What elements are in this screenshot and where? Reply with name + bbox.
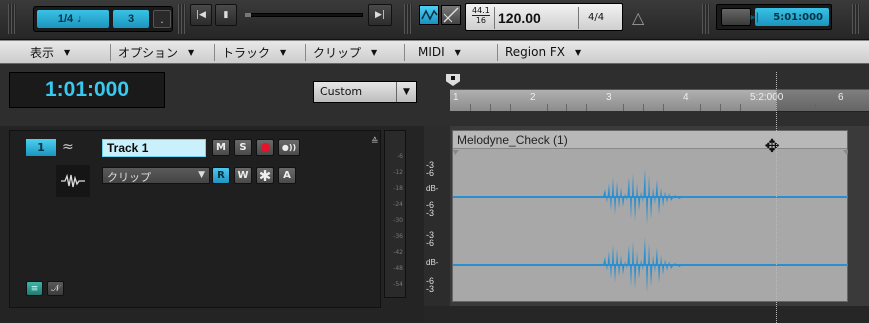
go-to-end-icon: ▶|: [375, 10, 385, 20]
time-format-label: Custom: [320, 85, 363, 98]
solo-button[interactable]: S: [234, 139, 252, 156]
track-number[interactable]: 1: [26, 139, 56, 156]
edit-filter-label: クリップ: [107, 171, 151, 184]
audio-waveform-icon: [56, 165, 90, 197]
sample-rate-display: 44.1 16: [472, 6, 490, 25]
automation-write-button[interactable]: W: [234, 167, 252, 184]
freeze-button[interactable]: ✱: [256, 166, 274, 185]
toolbar-grip[interactable]: [404, 4, 412, 34]
track-name-field[interactable]: Track 1: [102, 139, 206, 157]
stop-icon: ▮: [223, 10, 229, 20]
time-display-panel: 1:01:000 Custom ▼: [0, 64, 424, 126]
clips-pane[interactable]: -3 -6 dB- -6 -3 -3 -6 dB- -6 -3 Melodyne…: [424, 126, 869, 323]
auto-crossfade-button[interactable]: [441, 5, 461, 25]
chevron-down-icon: ▼: [396, 82, 416, 102]
rewind-icon: |◀: [196, 10, 206, 20]
clip-waveform: [453, 150, 849, 293]
menu-arrow-icon: ▼: [280, 47, 287, 57]
track-fx-button[interactable]: 𝒩: [47, 281, 64, 296]
clips-bottom-strip: [424, 306, 869, 323]
menu-track[interactable]: トラック ▼: [222, 41, 286, 63]
quarter-note-icon: ♩: [77, 13, 89, 25]
tempo-field[interactable]: 120.00: [498, 10, 541, 26]
menu-midi[interactable]: MIDI ▼: [418, 41, 461, 63]
menu-arrow-icon: ▼: [371, 47, 378, 57]
bit-depth: 16: [475, 16, 486, 25]
time-signature-field[interactable]: 4/4: [588, 12, 604, 23]
toolbar-grip[interactable]: [178, 4, 186, 34]
db-scale: -3 -6 dB- -6 -3 -3 -6 dB- -6 -3: [424, 126, 450, 306]
loop-toggle-button[interactable]: [721, 8, 751, 26]
lines-icon: ≡: [30, 283, 39, 294]
ruler-mark: 3: [606, 92, 612, 103]
time-format-dropdown[interactable]: Custom ▼: [313, 81, 417, 103]
ruler-selection-shade: [776, 90, 869, 112]
record-arm-button[interactable]: [256, 139, 274, 156]
snap-module: 1/4 ♩ 3 .: [33, 6, 173, 32]
now-time-line: [776, 72, 777, 323]
sample-rate: 44.1: [472, 6, 490, 15]
ruler-mark: 6: [838, 92, 844, 103]
audio-track-icon: ≈: [62, 139, 74, 155]
n-curve-icon: 𝒩: [51, 283, 60, 294]
menu-clip[interactable]: クリップ ▼: [313, 41, 377, 63]
timeline-ruler[interactable]: 1 2 3 4 5:2:000 6: [424, 64, 869, 126]
menu-region-fx[interactable]: Region FX ▼: [505, 41, 581, 63]
menu-options[interactable]: オプション ▼: [118, 41, 194, 63]
input-echo-icon: ●)): [281, 143, 297, 152]
project-info-panel: 44.1 16 120.00 4/4: [465, 3, 623, 31]
menu-arrow-icon: ▼: [64, 47, 71, 57]
automation-read-button[interactable]: R: [212, 167, 230, 184]
snap-to-grid-button[interactable]: [419, 5, 439, 25]
record-icon: [260, 143, 270, 152]
track-header[interactable]: 1 ≈ Track 1 M S ●)) ≙ クリップ ▼ R W ✱ A ≡ 𝒩: [9, 130, 381, 308]
edit-filter-dropdown[interactable]: クリップ ▼: [102, 167, 210, 184]
ruler-mark: 4: [683, 92, 689, 103]
track-pane: 1 ≈ Track 1 M S ●)) ≙ クリップ ▼ R W ✱ A ≡ 𝒩: [0, 126, 424, 323]
toolbar-grip[interactable]: [8, 4, 16, 34]
move-cursor-icon: ✥: [764, 135, 780, 157]
snap-count-button[interactable]: 3: [113, 10, 149, 28]
menu-view[interactable]: 表示 ▼: [30, 41, 70, 63]
ruler-strip[interactable]: 1 2 3 4 5:2:000 6: [450, 89, 869, 112]
freeze-icon: ✱: [258, 166, 272, 185]
waveform-snap-icon: [421, 9, 438, 21]
menu-arrow-icon: ▼: [575, 47, 582, 57]
collapse-icon[interactable]: ≙: [371, 137, 379, 147]
loop-end-time: 5:01:000: [773, 11, 823, 23]
crossfade-icon: [443, 7, 459, 23]
transport-bar: 1/4 ♩ 3 . |◀ ▮ ▶| 44.1 16 120.00 4/4 △ ▸…: [0, 0, 869, 40]
now-time-display[interactable]: 1:01:000: [9, 72, 165, 108]
empty-track-area[interactable]: [848, 130, 869, 302]
toolbar-grip[interactable]: [702, 4, 710, 34]
skip-to-end-icon: ▸|: [750, 11, 760, 23]
fast-forward-button[interactable]: ▶|: [368, 4, 392, 26]
menu-arrow-icon: ▼: [188, 47, 195, 57]
position-slider[interactable]: [245, 13, 363, 17]
metronome-icon[interactable]: △: [632, 8, 644, 27]
position-slider-fill: [245, 13, 251, 17]
input-echo-button[interactable]: ●)): [278, 139, 300, 156]
track-inspector-button[interactable]: ≡: [26, 281, 43, 296]
snap-value-label: 1/4: [57, 13, 74, 25]
audio-clip[interactable]: Melodyne_Check (1) ✥: [452, 130, 849, 302]
chevron-down-icon: ▼: [198, 170, 205, 180]
loop-module: ▸| 5:01:000: [716, 4, 832, 30]
rewind-button[interactable]: |◀: [190, 4, 212, 26]
loop-end-field[interactable]: ▸| 5:01:000: [751, 8, 829, 26]
dotted-note-button[interactable]: .: [153, 10, 171, 28]
ruler-mark: 2: [530, 92, 536, 103]
archive-button[interactable]: A: [278, 167, 296, 184]
track-level-meter: -6 -12 -18 -24 -30 -36 -42 -48 -54: [384, 130, 406, 298]
snap-value-button[interactable]: 1/4 ♩: [37, 10, 109, 28]
ruler-mark: 5:2:000: [750, 92, 784, 103]
mute-button[interactable]: M: [212, 139, 230, 156]
track-view-menubar: 表示 ▼ オプション ▼ トラック ▼ クリップ ▼ MIDI ▼ Region FX ▼: [0, 40, 869, 64]
stop-button[interactable]: ▮: [215, 4, 237, 26]
menu-arrow-icon: ▼: [454, 47, 461, 57]
toolbar-grip[interactable]: [852, 4, 860, 34]
ruler-mark: 1: [453, 92, 459, 103]
